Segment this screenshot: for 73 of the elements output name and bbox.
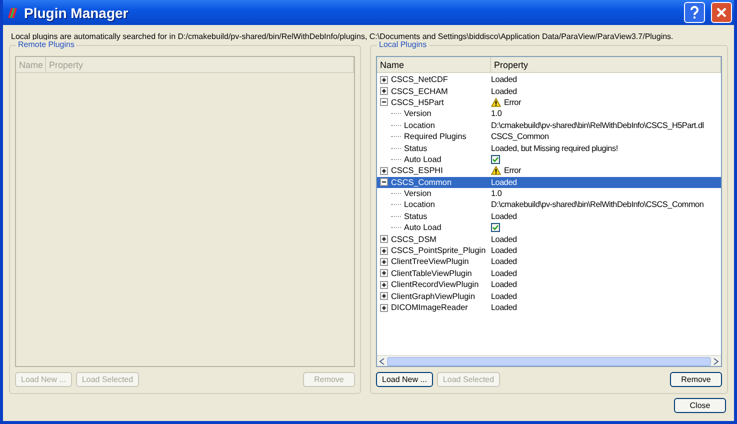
- property-name: Location: [404, 120, 435, 130]
- property-name: Required Plugins: [404, 132, 466, 142]
- property-value: D:\cmakebuild\pv-shared\bin\RelWithDebInfo\CSCS_Common: [491, 200, 704, 210]
- plugin-status: Loaded: [491, 280, 517, 290]
- expand-icon[interactable]: [380, 258, 388, 266]
- plugin-name[interactable]: CSCS_H5Part: [391, 98, 444, 107]
- push-button[interactable]: Load New ...: [376, 372, 433, 387]
- warning-icon: [491, 166, 501, 176]
- plugin-name[interactable]: ClientGraphViewPlugin: [391, 292, 476, 301]
- property-name: Status: [404, 144, 428, 153]
- close-dialog-button[interactable]: Close: [674, 398, 726, 413]
- plugin-name[interactable]: CSCS_ESPHI: [391, 166, 443, 176]
- info-text: Local plugins are automatically searched for in D:/cmakebuild/pv-shared/bin/RelWithDebInfo/plugins, C:\Documents and Settings\biddisco\Application Data/ParaView/ParaView3.7/Plugins.: [10, 31, 674, 41]
- plugin-status: Loaded: [491, 75, 517, 84]
- help-button[interactable]: [684, 2, 705, 23]
- plugin-status: Loaded: [491, 234, 517, 244]
- plugin-name[interactable]: CSCS_Common: [391, 178, 452, 187]
- expand-icon[interactable]: [380, 246, 388, 255]
- plugin-name[interactable]: CSCS_NetCDF: [391, 75, 448, 84]
- column-header[interactable]: Name: [377, 57, 491, 72]
- property-value: Loaded, but Missing required plugins!: [491, 144, 618, 153]
- plugin-status: Loaded: [491, 86, 517, 96]
- plugin-status: Loaded: [491, 268, 517, 278]
- expand-icon[interactable]: [380, 280, 388, 289]
- plugin-status: Error: [504, 166, 521, 176]
- warning-icon: [491, 98, 501, 107]
- checkbox[interactable]: [491, 154, 500, 164]
- expand-icon[interactable]: [380, 269, 388, 278]
- plugin-name[interactable]: DICOMImageReader: [391, 303, 468, 312]
- property-name: Auto Load: [404, 223, 442, 232]
- checkbox[interactable]: [491, 223, 500, 232]
- plugin-name[interactable]: CSCS_ECHAM: [391, 86, 448, 96]
- plugin-status: Loaded: [491, 178, 517, 187]
- plugin-name[interactable]: ClientRecordViewPlugin: [391, 280, 479, 290]
- push-button[interactable]: Remove: [670, 372, 722, 387]
- property-name: Status: [404, 212, 428, 221]
- property-value: Loaded: [491, 212, 517, 221]
- plugin-status: Loaded: [491, 303, 517, 312]
- property-name: Auto Load: [404, 154, 442, 164]
- plugin-status: Loaded: [491, 246, 517, 256]
- scroll-left-icon[interactable]: [379, 358, 385, 364]
- expand-icon[interactable]: [380, 166, 388, 175]
- help-icon: [690, 6, 699, 19]
- property-name: Version: [404, 189, 432, 198]
- plugin-status: Loaded: [491, 292, 517, 301]
- property-value: CSCS_Common: [491, 132, 549, 142]
- close-icon: [716, 7, 727, 18]
- expand-icon[interactable]: [380, 292, 388, 300]
- collapse-icon[interactable]: [380, 98, 388, 106]
- expand-icon[interactable]: [380, 304, 388, 312]
- close-button[interactable]: [711, 2, 732, 23]
- plugin-name[interactable]: ClientTableViewPlugin: [391, 268, 472, 278]
- group-title: Local Plugins: [377, 40, 429, 49]
- scroll-right-icon[interactable]: [713, 358, 719, 364]
- collapse-icon[interactable]: [380, 178, 388, 186]
- app-logo-icon: [8, 6, 18, 18]
- expand-icon[interactable]: [380, 76, 388, 84]
- expand-icon[interactable]: [380, 87, 388, 96]
- group-title: Remote Plugins: [16, 40, 76, 49]
- property-name: Version: [404, 109, 432, 118]
- property-value: 1.0: [491, 189, 502, 198]
- plugin-name[interactable]: CSCS_PointSprite_Plugin: [391, 246, 486, 256]
- property-name: Location: [404, 200, 435, 210]
- plugin-name[interactable]: ClientTreeViewPlugin: [391, 257, 469, 266]
- expand-icon[interactable]: [380, 235, 388, 244]
- property-value: 1.0: [491, 109, 502, 118]
- property-value: D:\cmakebuild\pv-shared\bin\RelWithDebInfo\CSCS_H5Part.dl: [491, 120, 704, 130]
- plugin-status: Loaded: [491, 257, 517, 266]
- column-header[interactable]: Property: [491, 57, 721, 72]
- plugin-status: Error: [504, 98, 521, 107]
- window-title: Plugin Manager: [24, 4, 130, 20]
- horizontal-scrollbar[interactable]: [377, 355, 721, 366]
- plugin-name[interactable]: CSCS_DSM: [391, 234, 436, 244]
